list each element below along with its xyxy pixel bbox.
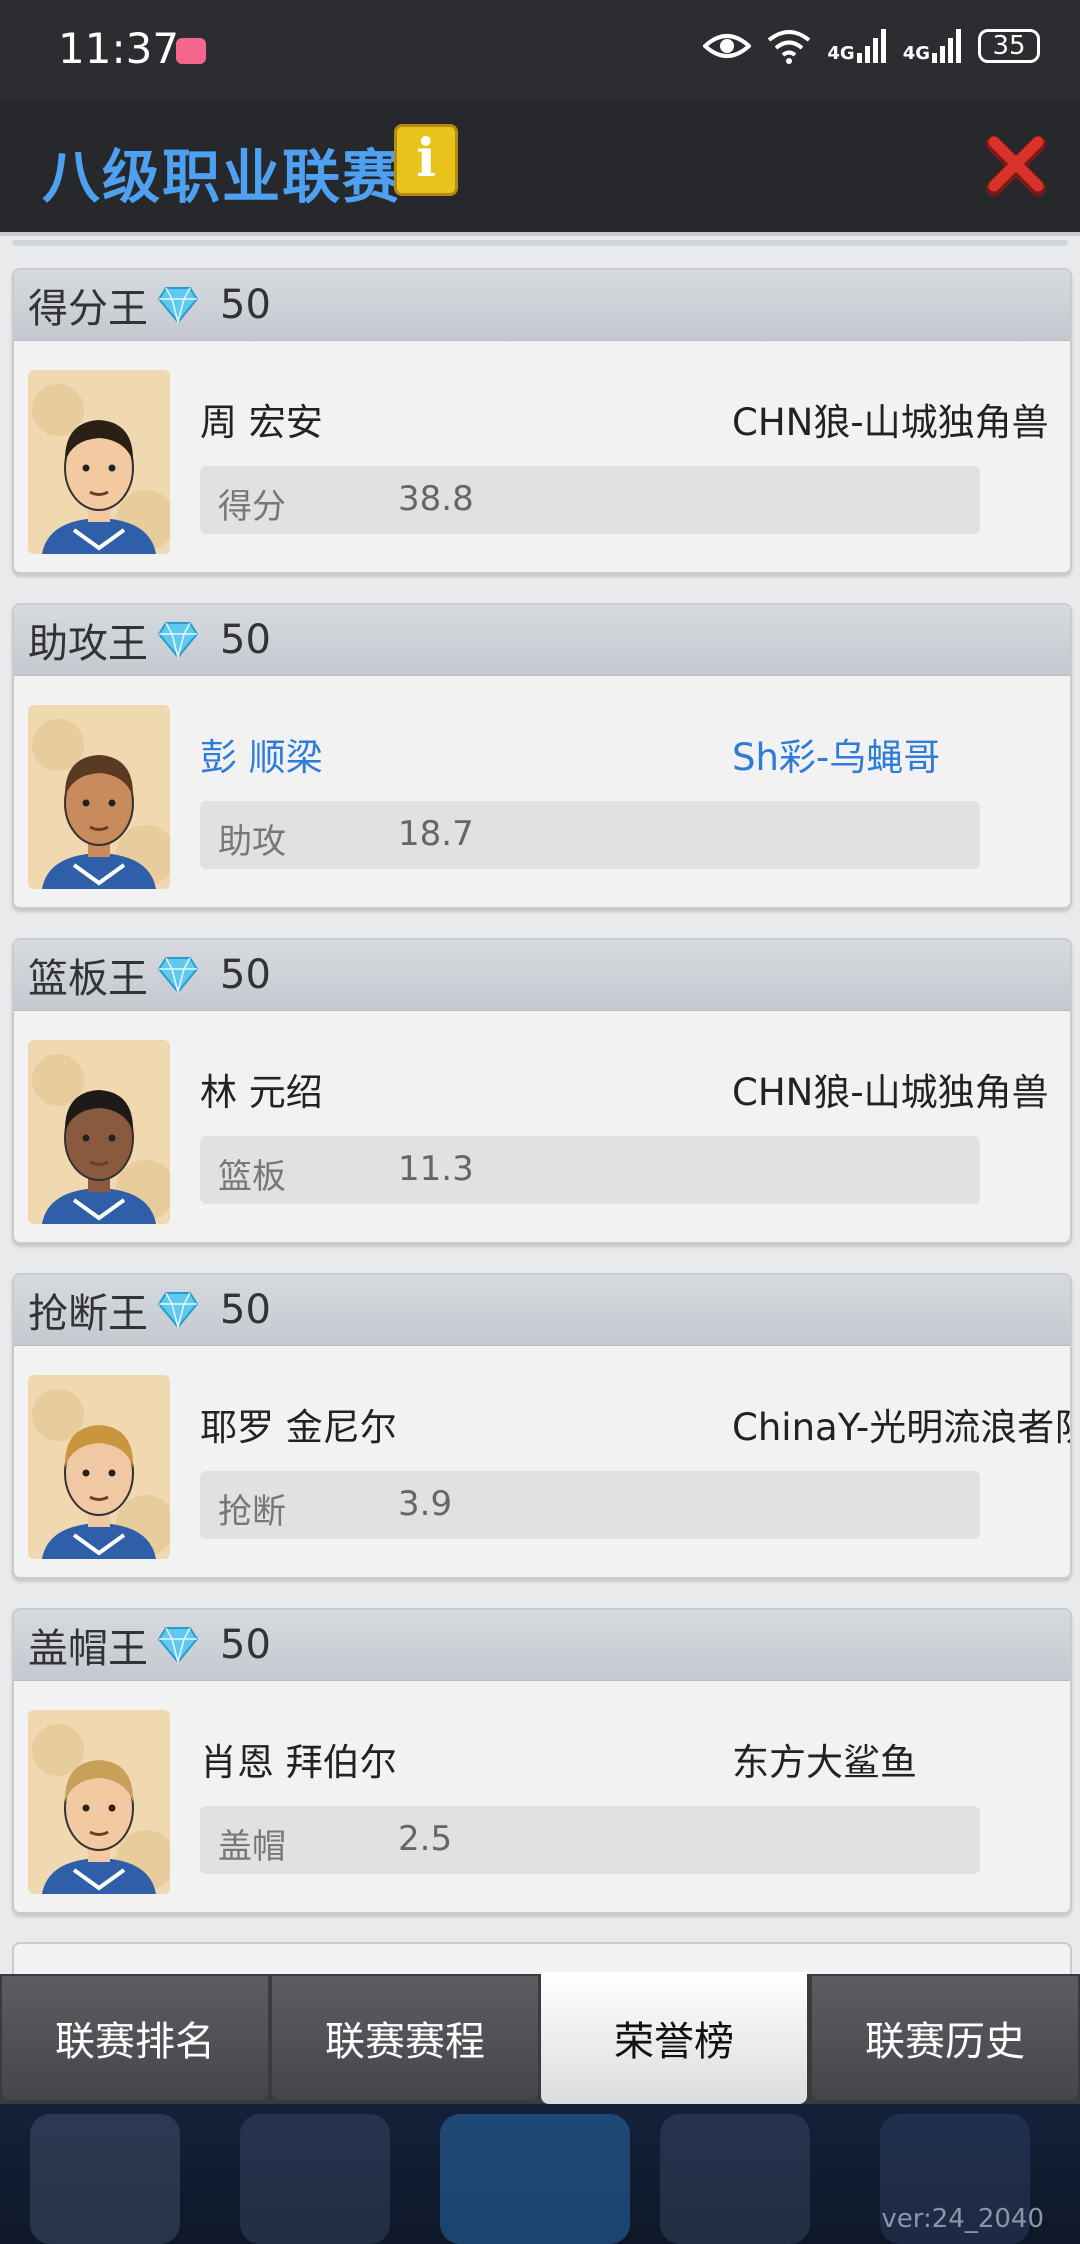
- diamond-icon: [158, 1292, 198, 1329]
- reward-amount: 50: [220, 282, 271, 328]
- player-avatar[interactable]: [28, 370, 170, 554]
- team-name[interactable]: 东方大鲨鱼: [732, 1732, 917, 1786]
- honor-card[interactable]: 得分王 50 周 宏安 CHN狼-山城独角兽得分 38.8: [12, 268, 1072, 574]
- stat-value: 18.7: [398, 814, 474, 854]
- honor-list[interactable]: 得分王 50 周 宏安 CHN狼-山城独角兽 得分 38.8 助攻王 50 彭 顺梁 Sh彩-乌蝇…: [0, 236, 1080, 1974]
- card-header: 篮板王 50: [14, 940, 1070, 1011]
- stat-label: 助攻: [218, 822, 286, 862]
- close-icon[interactable]: [986, 134, 1046, 196]
- award-title: 篮板王: [28, 956, 148, 1002]
- page-header: 八级职业联赛 i: [0, 100, 1080, 236]
- diamond-icon: [158, 957, 198, 994]
- card-header: 盖帽王 50: [14, 1610, 1070, 1681]
- stat-label: 抢断: [218, 1492, 286, 1532]
- battery-icon: 35: [978, 29, 1040, 63]
- diamond-icon: [158, 287, 198, 324]
- stat-value: 3.9: [398, 1484, 453, 1524]
- diamond-icon: [158, 622, 198, 659]
- stat-value: 38.8: [398, 479, 474, 519]
- reward-amount: 50: [220, 617, 271, 663]
- stat-bar: 得分 38.8: [200, 466, 980, 534]
- honor-card[interactable]: 盖帽王 50 肖恩 拜伯尔 东方大鲨鱼盖帽 2.5: [12, 1608, 1072, 1914]
- award-title: 得分王: [28, 286, 148, 332]
- reward-amount: 50: [220, 952, 271, 998]
- card-header: 抢断王 50: [14, 1275, 1070, 1346]
- team-name[interactable]: Sh彩-乌蝇哥: [732, 727, 940, 781]
- stat-bar: 助攻 18.7: [200, 801, 980, 869]
- award-title: 助攻王: [28, 621, 148, 667]
- version-label: ver:24_2040: [881, 2204, 1044, 2234]
- honor-card[interactable]: 篮板王 50 林 元绍 CHN狼-山城独角兽篮板 11.3: [12, 938, 1072, 1244]
- diamond-icon: [158, 1627, 198, 1664]
- team-name[interactable]: CHN狼-山城独角兽: [732, 392, 1049, 446]
- award-title: 抢断王: [28, 1291, 148, 1337]
- stat-bar: 篮板 11.3: [200, 1136, 980, 1204]
- signal-2-icon: 4G: [903, 29, 962, 63]
- player-name[interactable]: 彭 顺梁: [200, 727, 323, 781]
- stat-label: 盖帽: [218, 1827, 286, 1867]
- bottom-tab-bar: 联赛排名 联赛赛程 荣誉榜 联赛历史: [0, 1972, 1080, 2104]
- stat-bar: 盖帽 2.5: [200, 1806, 980, 1874]
- stat-label: 篮板: [218, 1157, 286, 1197]
- reward-amount: 50: [220, 1287, 271, 1333]
- player-avatar[interactable]: [28, 705, 170, 889]
- player-name[interactable]: 肖恩 拜伯尔: [200, 1732, 397, 1786]
- status-bar: 11:37 4G 4G 35: [0, 0, 1080, 100]
- app-notification-icon: [176, 38, 206, 64]
- info-button[interactable]: i: [394, 124, 458, 196]
- honor-card[interactable]: 助攻王 50 彭 顺梁 Sh彩-乌蝇哥助攻 18.7: [12, 603, 1072, 909]
- team-name[interactable]: ChinaY-光明流浪者队: [732, 1397, 1070, 1451]
- honor-card[interactable]: 抢断王 50 耶罗 金尼尔 ChinaY-光明流浪者队抢断 3.9: [12, 1273, 1072, 1579]
- award-title: 盖帽王: [28, 1626, 148, 1672]
- page-title: 八级职业联赛: [42, 143, 403, 211]
- player-avatar[interactable]: [28, 1710, 170, 1894]
- tab-honor-roll[interactable]: 荣誉榜: [541, 1972, 807, 2104]
- card-header: 助攻王 50: [14, 605, 1070, 676]
- player-avatar[interactable]: [28, 1375, 170, 1559]
- tab-league-schedule[interactable]: 联赛赛程: [272, 1976, 538, 2100]
- status-icons: 4G 4G 35: [703, 28, 1040, 64]
- player-avatar[interactable]: [28, 1040, 170, 1224]
- wifi-icon: [768, 30, 811, 64]
- team-name[interactable]: CHN狼-山城独角兽: [732, 1062, 1049, 1116]
- signal-1-icon: 4G: [827, 29, 886, 63]
- reward-amount: 50: [220, 1622, 271, 1668]
- stat-bar: 抢断 3.9: [200, 1471, 980, 1539]
- tab-league-history[interactable]: 联赛历史: [812, 1976, 1078, 2100]
- player-name[interactable]: 林 元绍: [200, 1062, 323, 1116]
- card-header: 得分王 50: [14, 270, 1070, 341]
- background-game-nav: ver:24_2040: [0, 2104, 1080, 2244]
- stat-value: 2.5: [398, 1819, 453, 1859]
- status-time: 11:37: [58, 24, 180, 73]
- player-name[interactable]: 耶罗 金尼尔: [200, 1397, 397, 1451]
- eye-icon: [703, 34, 752, 58]
- player-name[interactable]: 周 宏安: [200, 392, 323, 446]
- tab-league-ranking[interactable]: 联赛排名: [2, 1976, 268, 2100]
- stat-label: 得分: [218, 487, 286, 527]
- stat-value: 11.3: [398, 1149, 474, 1189]
